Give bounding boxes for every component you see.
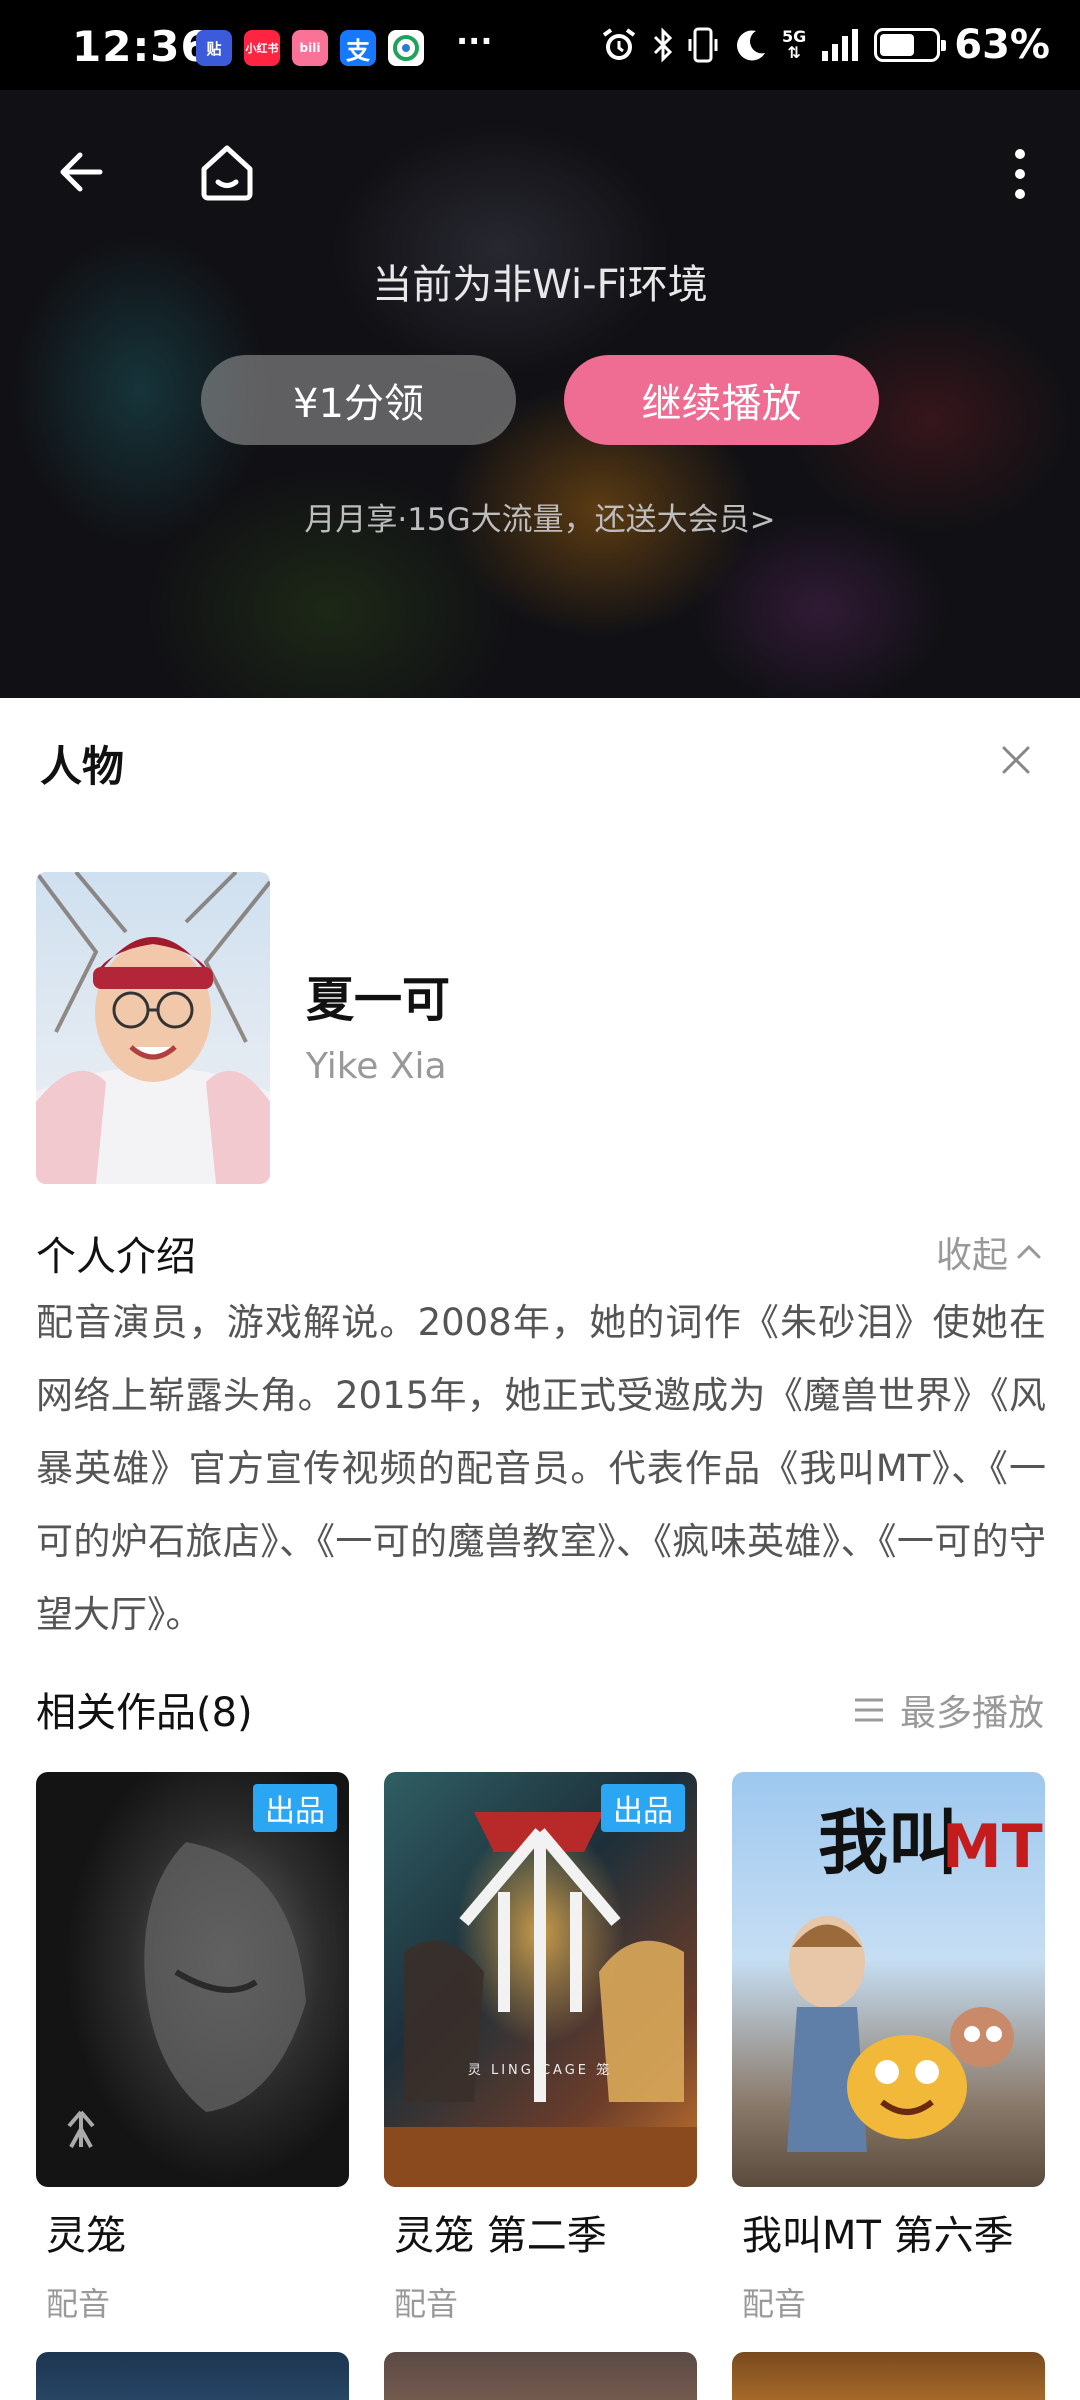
continue-play-button[interactable]: 继续播放 <box>564 355 879 445</box>
work-card[interactable]: 出品 灵笼 配音 <box>36 1772 349 2325</box>
intro-heading: 个人介绍 <box>36 1234 196 1280</box>
signal-icon <box>822 29 859 61</box>
work-role: 配音 <box>46 2285 111 2323</box>
intro-text: 配音演员，游戏解说。2008年，她的词作《朱砂泪》使她在网络上崭露头角。2015… <box>36 1301 1046 1636</box>
video-player[interactable]: 当前为非Wi-Fi环境 ¥1分领 继续播放 月月享·15G大流量，还送大会员> <box>0 90 1080 698</box>
work-card-next-row[interactable] <box>384 2352 697 2400</box>
notification-app-icons: 贴 小红书 bili 支 <box>196 30 424 66</box>
sort-label: 最多播放 <box>899 1693 1044 1734</box>
panel-title: 人物 <box>40 742 125 791</box>
collapse-label: 收起 <box>935 1235 1008 1276</box>
back-arrow-icon[interactable] <box>52 142 112 202</box>
chevron-up-icon <box>1017 1244 1041 1259</box>
home-icon[interactable] <box>196 142 258 204</box>
work-title: 灵笼 第二季 <box>394 2213 607 2259</box>
network-indicator: 5G ⇅ <box>781 27 807 62</box>
produced-badge: 出品 <box>253 1784 337 1832</box>
person-avatar <box>36 872 270 1184</box>
moon-icon <box>737 30 765 61</box>
close-icon[interactable] <box>996 740 1036 780</box>
work-card-next-row[interactable] <box>732 2352 1045 2400</box>
alipay-app-icon: 支 <box>340 30 376 66</box>
list-sort-icon <box>854 1698 883 1722</box>
more-notifications-icon: ··· <box>456 22 493 60</box>
work-role: 配音 <box>742 2285 807 2323</box>
tieba-app-icon: 贴 <box>196 30 232 66</box>
work-role: 配音 <box>394 2285 459 2323</box>
bluetooth-icon <box>653 27 673 63</box>
works-heading: 相关作品(8) <box>36 1690 253 1736</box>
svg-text:灵 LING CAGE 笼: 灵 LING CAGE 笼 <box>468 2062 612 2078</box>
xiaohongshu-app-icon: 小红书 <box>244 30 280 66</box>
battery-percent: 63% <box>954 22 1050 68</box>
work-card[interactable]: 我叫 MT 我叫MT 第六季 配音 <box>732 1772 1045 2325</box>
status-bar: 12:36 贴 小红书 bili 支 ··· 5G ⇅ 63% <box>0 0 1080 90</box>
collapse-toggle[interactable]: 收起 <box>936 1226 1044 1278</box>
claim-data-button[interactable]: ¥1分领 <box>201 355 516 445</box>
status-time: 12:36 <box>72 22 211 71</box>
work-thumbnail: 灵 LING CAGE 笼 出品 <box>384 1772 697 2187</box>
work-card-next-row[interactable] <box>36 2352 349 2400</box>
vibrate-icon <box>688 27 718 63</box>
battery-icon <box>874 28 947 62</box>
work-title: 我叫MT 第六季 <box>742 2213 1014 2259</box>
bilibili-app-icon: bili <box>292 30 328 66</box>
china-mobile-app-icon <box>388 30 424 66</box>
alarm-icon <box>602 28 636 60</box>
non-wifi-notice: 当前为非Wi-Fi环境 <box>372 262 708 308</box>
more-vertical-icon[interactable] <box>1000 144 1040 204</box>
work-card[interactable]: 灵 LING CAGE 笼 出品 灵笼 第二季 配音 <box>384 1772 697 2325</box>
person-name: 夏一可 <box>306 972 451 1028</box>
svg-text:MT: MT <box>942 1812 1043 1882</box>
person-english-name: Yike Xia <box>306 1046 447 1087</box>
work-thumbnail: 我叫 MT <box>732 1772 1045 2187</box>
work-thumbnail: 出品 <box>36 1772 349 2187</box>
data-plan-promo-link[interactable]: 月月享·15G大流量，还送大会员> <box>0 494 1080 539</box>
produced-badge: 出品 <box>601 1784 685 1832</box>
work-title: 灵笼 <box>46 2213 126 2259</box>
svg-text:我叫: 我叫 <box>818 1802 958 1884</box>
sort-selector[interactable]: 最多播放 <box>852 1684 1044 1736</box>
